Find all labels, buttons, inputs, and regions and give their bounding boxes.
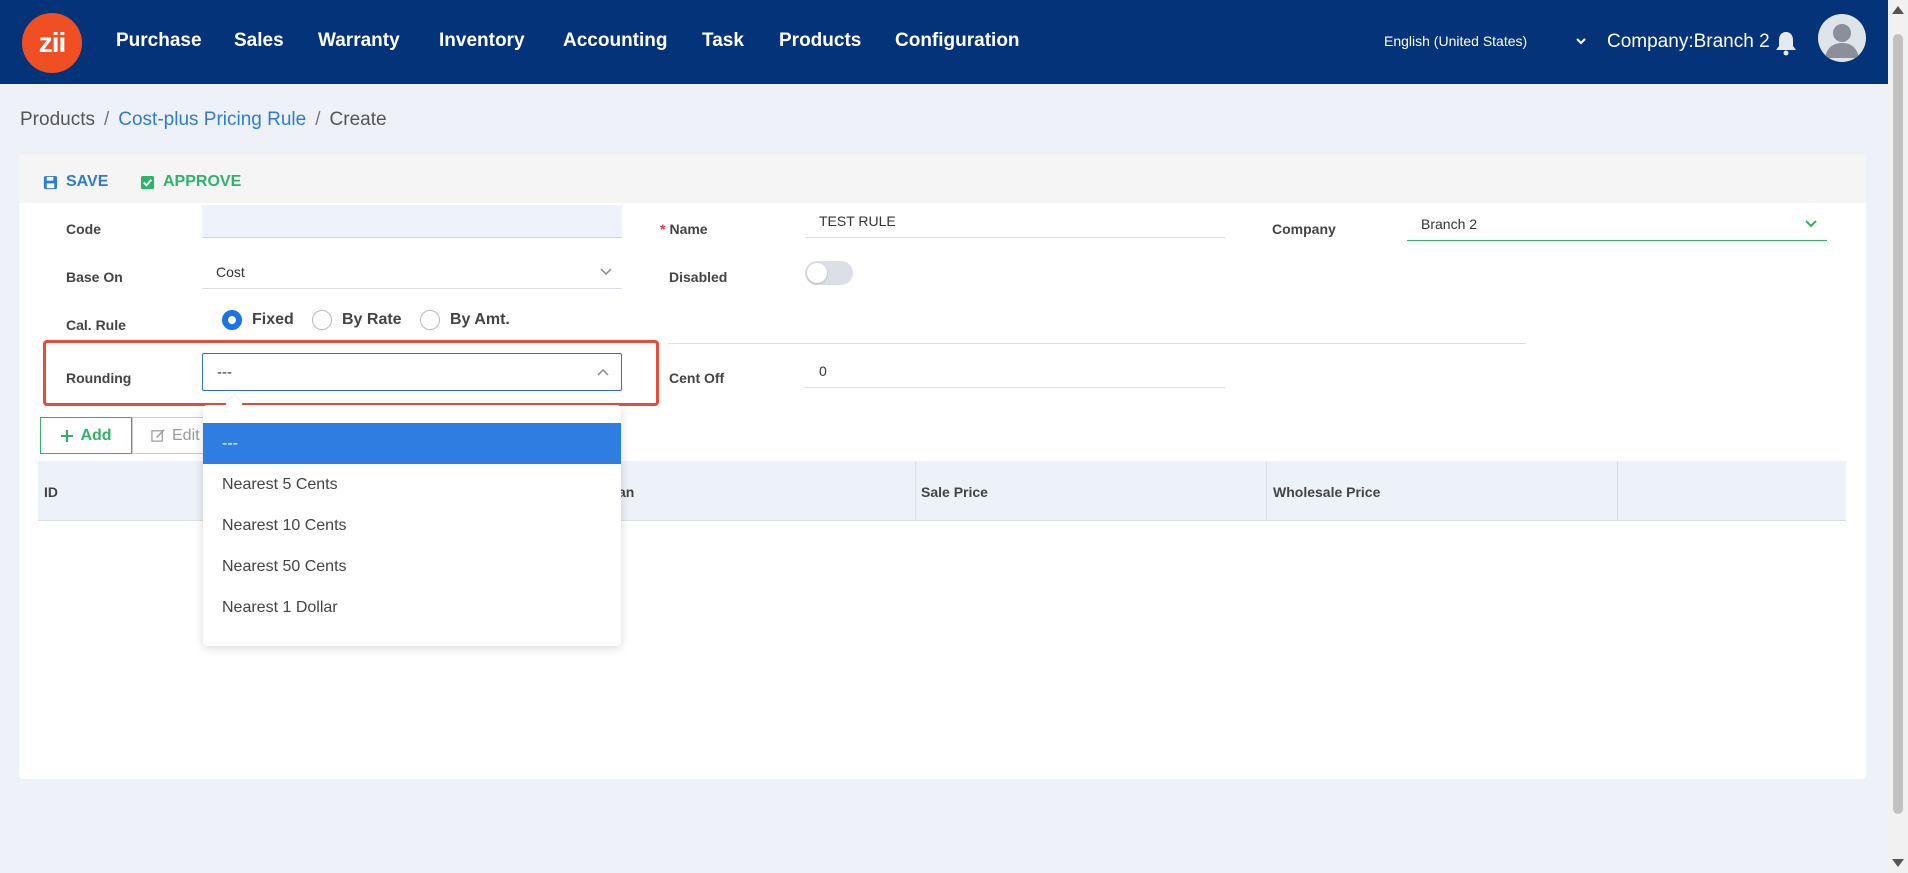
scroll-up-arrow-icon[interactable] <box>1892 6 1904 14</box>
nav-sales[interactable]: Sales <box>234 30 284 52</box>
edit-icon <box>151 429 165 442</box>
breadcrumb-separator: / <box>103 109 110 130</box>
name-value: TEST RULE <box>819 213 896 229</box>
dropdown-option-nearest-10-cents[interactable]: Nearest 10 Cents <box>203 505 621 546</box>
radio-by-amt[interactable]: By Amt. <box>420 310 510 330</box>
column-header-id: ID <box>44 484 58 500</box>
nav-warranty[interactable]: Warranty <box>318 30 400 52</box>
company-select[interactable]: Branch 2 <box>1407 208 1827 241</box>
user-icon <box>1825 24 1859 58</box>
radio-fixed[interactable]: Fixed <box>222 310 294 330</box>
nav-accounting[interactable]: Accounting <box>563 30 668 52</box>
radio-by-rate-label: By Rate <box>342 311 402 328</box>
disabled-label: Disabled <box>669 269 728 285</box>
base-on-select[interactable]: Cost <box>202 256 622 289</box>
scrollbar-thumb[interactable] <box>1893 34 1903 814</box>
breadcrumb-current: Create <box>329 109 387 130</box>
add-label: Add <box>80 426 112 444</box>
vertical-scrollbar[interactable] <box>1888 0 1908 873</box>
scroll-down-arrow-icon[interactable] <box>1892 859 1904 867</box>
checkbox-check-icon <box>140 175 155 189</box>
breadcrumb: Products / Cost-plus Pricing Rule / Create <box>20 109 387 131</box>
dropdown-option-nearest-5-cents[interactable]: Nearest 5 Cents <box>203 464 621 505</box>
save-label: SAVE <box>66 173 109 190</box>
dropdown-option-nearest-50-cents[interactable]: Nearest 50 Cents <box>203 546 621 587</box>
column-separator <box>1617 461 1618 521</box>
user-avatar[interactable] <box>1818 14 1866 62</box>
radio-dot <box>420 310 440 330</box>
dropdown-option-none[interactable]: --- <box>203 423 621 464</box>
base-on-value: Cost <box>216 264 245 280</box>
nav-inventory[interactable]: Inventory <box>439 30 525 52</box>
cal-rule-label: Cal. Rule <box>66 317 126 333</box>
nav-purchase[interactable]: Purchase <box>116 30 202 52</box>
add-button[interactable]: Add <box>40 417 132 454</box>
column-header-sale-price: Sale Price <box>921 484 988 500</box>
cent-off-input[interactable]: 0 <box>805 355 1225 388</box>
bell-icon[interactable] <box>1774 30 1798 56</box>
edit-label: Edit <box>172 426 200 444</box>
breadcrumb-separator: / <box>315 109 321 130</box>
rounding-label: Rounding <box>66 370 132 386</box>
rounding-select[interactable]: --- <box>202 353 622 391</box>
breadcrumb-cost-plus-pricing-rule[interactable]: Cost-plus Pricing Rule <box>118 109 306 130</box>
name-input[interactable]: TEST RULE <box>805 205 1225 238</box>
save-button[interactable]: SAVE <box>43 173 108 191</box>
form-divider <box>668 343 1526 344</box>
column-header-wholesale-price: Wholesale Price <box>1273 484 1381 500</box>
chevron-down-icon[interactable] <box>1574 34 1588 48</box>
name-label: Name <box>660 221 707 237</box>
breadcrumb-products[interactable]: Products <box>20 109 95 130</box>
rounding-value: --- <box>217 364 232 381</box>
radio-by-rate[interactable]: By Rate <box>312 310 402 330</box>
base-on-label: Base On <box>66 269 123 285</box>
radio-by-amt-label: By Amt. <box>450 311 510 328</box>
app-logo[interactable]: zii <box>22 13 82 73</box>
column-separator <box>1266 461 1267 521</box>
column-separator <box>915 461 916 521</box>
code-label: Code <box>66 221 101 237</box>
form-toolbar: SAVE APPROVE <box>19 154 1866 203</box>
cent-off-label: Cent Off <box>669 370 725 386</box>
radio-fixed-label: Fixed <box>252 311 294 328</box>
code-input[interactable] <box>202 205 622 238</box>
nav-task[interactable]: Task <box>702 30 744 52</box>
chevron-up-icon <box>597 368 609 376</box>
language-selector[interactable]: English (United States) <box>1384 33 1527 49</box>
chevron-down-icon <box>600 268 612 276</box>
approve-label: APPROVE <box>163 173 242 190</box>
radio-dot <box>312 310 332 330</box>
cent-off-value: 0 <box>819 363 827 379</box>
dropdown-option-nearest-1-dollar[interactable]: Nearest 1 Dollar <box>203 587 621 628</box>
radio-dot-selected <box>222 310 242 330</box>
company-value: Branch 2 <box>1421 216 1478 232</box>
top-nav-bar: zii Purchase Sales Warranty Inventory Ac… <box>0 0 1888 84</box>
company-indicator[interactable]: Company:Branch 2 <box>1607 31 1770 53</box>
nav-products[interactable]: Products <box>779 30 861 52</box>
nav-configuration[interactable]: Configuration <box>895 30 1020 52</box>
company-label: Company <box>1272 221 1336 237</box>
plus-icon <box>61 429 74 442</box>
disabled-toggle[interactable] <box>805 261 853 285</box>
save-icon <box>43 175 58 189</box>
rounding-dropdown: --- Nearest 5 Cents Nearest 10 Cents Nea… <box>203 395 621 646</box>
chevron-down-icon <box>1805 220 1817 228</box>
approve-button[interactable]: APPROVE <box>140 173 241 191</box>
